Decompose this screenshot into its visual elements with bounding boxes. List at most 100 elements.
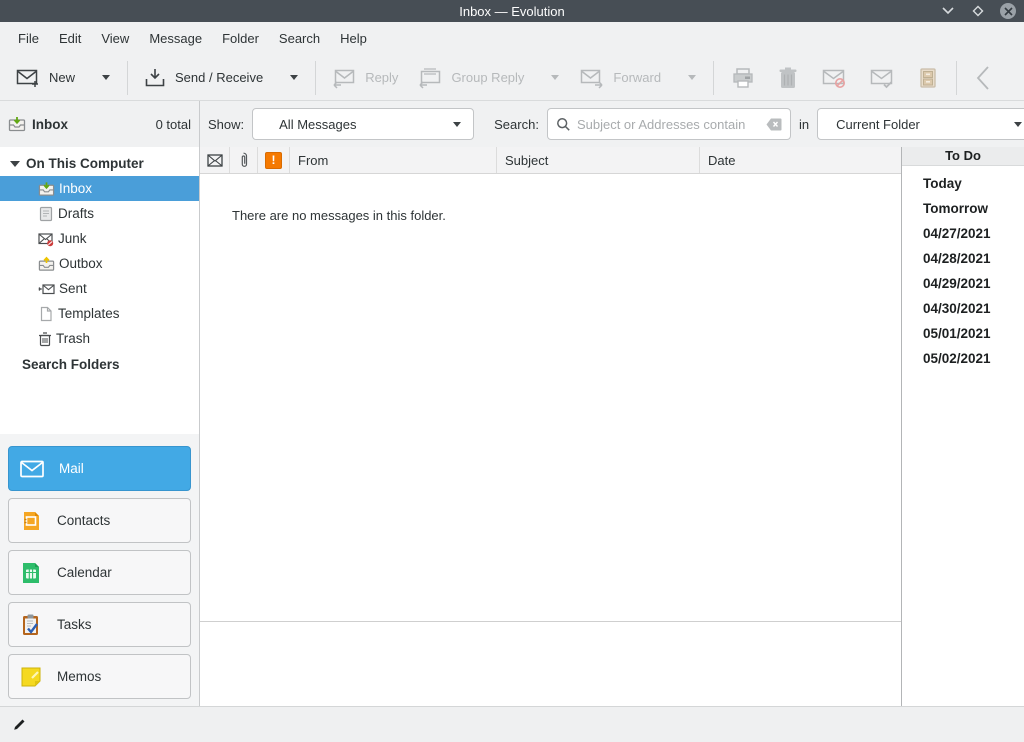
switcher-contacts-button[interactable]: Contacts: [8, 498, 191, 543]
column-subject[interactable]: Subject: [497, 147, 700, 173]
column-important[interactable]: !: [258, 147, 290, 173]
folder-header: Inbox 0 total: [0, 101, 200, 147]
group-reply-icon: [418, 67, 442, 89]
menu-help[interactable]: Help: [330, 27, 377, 50]
menu-folder[interactable]: Folder: [212, 27, 269, 50]
sidebar-item-sent[interactable]: Sent: [0, 276, 199, 301]
trash-icon: [777, 66, 799, 90]
inbox-icon: [8, 116, 26, 132]
forward-icon: [580, 67, 604, 89]
new-mail-icon: [16, 67, 40, 89]
switcher-mail-button[interactable]: Mail: [8, 446, 191, 491]
column-from[interactable]: From: [290, 147, 497, 173]
menubar: File Edit View Message Folder Search Hel…: [0, 22, 1024, 55]
forward-dropdown-button[interactable]: [671, 69, 707, 86]
show-filter-dropdown[interactable]: All Messages: [252, 108, 474, 140]
window-controls: [940, 3, 1024, 19]
todo-item-today[interactable]: Today: [902, 171, 1024, 196]
window-title: Inbox — Evolution: [0, 4, 1024, 19]
pencil-icon: [12, 718, 26, 732]
toolbar: New Send / Receive Reply Group Reply For…: [0, 55, 1024, 101]
new-button[interactable]: New: [6, 61, 85, 95]
todo-item-date[interactable]: 05/02/2021: [902, 346, 1024, 371]
sidebar-item-inbox[interactable]: Inbox: [0, 176, 199, 201]
search-scope-dropdown[interactable]: Current Folder: [817, 108, 1024, 140]
sidebar-item-drafts[interactable]: Drafts: [0, 201, 199, 226]
sidebar-item-trash[interactable]: Trash: [0, 326, 199, 351]
todo-item-date[interactable]: 04/30/2021: [902, 296, 1024, 321]
mail-icon: [19, 459, 45, 479]
todo-item-tomorrow[interactable]: Tomorrow: [902, 196, 1024, 221]
outbox-icon: [38, 256, 55, 272]
todo-item-date[interactable]: 04/29/2021: [902, 271, 1024, 296]
print-icon: [731, 66, 755, 90]
todo-item-date[interactable]: 05/01/2021: [902, 321, 1024, 346]
not-junk-button[interactable]: [858, 60, 906, 96]
search-input[interactable]: [577, 117, 760, 132]
forward-button[interactable]: Forward: [570, 61, 671, 95]
sidebar-item-junk[interactable]: Junk: [0, 226, 199, 251]
memos-icon: [19, 665, 43, 689]
delete-button[interactable]: [766, 60, 810, 96]
junk-button[interactable]: [810, 60, 858, 96]
chevron-down-icon: [290, 75, 298, 80]
templates-icon: [38, 306, 54, 322]
sidebar-item-outbox[interactable]: Outbox: [0, 251, 199, 276]
chevron-down-icon: [453, 122, 461, 127]
todo-item-date[interactable]: 04/28/2021: [902, 246, 1024, 271]
toolbar-separator: [956, 61, 957, 95]
back-button[interactable]: [963, 58, 1003, 98]
group-reply-button[interactable]: Group Reply: [408, 61, 534, 95]
menu-view[interactable]: View: [91, 27, 139, 50]
preview-pane: [200, 622, 901, 706]
todo-title: To Do: [902, 147, 1024, 166]
column-date[interactable]: Date: [700, 147, 901, 173]
paperclip-icon: [239, 152, 248, 168]
print-button[interactable]: [720, 60, 766, 96]
calendar-icon: [19, 561, 43, 585]
send-receive-dropdown-button[interactable]: [273, 69, 309, 86]
archive-icon: [917, 66, 939, 90]
menu-message[interactable]: Message: [139, 27, 212, 50]
sidebar: On This Computer Inbox Drafts Junk: [0, 147, 200, 706]
in-label: in: [799, 117, 809, 132]
important-icon: !: [265, 152, 282, 169]
menu-file[interactable]: File: [8, 27, 49, 50]
junk-folder-icon: [38, 231, 54, 247]
inbox-icon: [38, 181, 55, 197]
switcher-memos-button[interactable]: Memos: [8, 654, 191, 699]
message-list[interactable]: There are no messages in this folder.: [200, 174, 901, 622]
chevron-left-icon: [974, 64, 992, 92]
minimize-icon[interactable]: [940, 3, 956, 19]
clear-search-icon[interactable]: [766, 118, 782, 131]
archive-button[interactable]: [906, 60, 950, 96]
not-junk-mail-icon: [869, 66, 895, 90]
todo-item-date[interactable]: 04/27/2021: [902, 221, 1024, 246]
chevron-down-icon: [1014, 122, 1022, 127]
account-row[interactable]: On This Computer: [0, 151, 199, 176]
close-icon[interactable]: [1000, 3, 1016, 19]
maximize-icon[interactable]: [970, 3, 986, 19]
search-folders-heading[interactable]: Search Folders: [0, 351, 199, 376]
column-attachment[interactable]: [230, 147, 258, 173]
sidebar-item-templates[interactable]: Templates: [0, 301, 199, 326]
send-receive-button[interactable]: Send / Receive: [134, 61, 273, 95]
toolbar-separator: [315, 61, 316, 95]
sent-icon: [38, 281, 55, 297]
switcher-tasks-button[interactable]: Tasks: [8, 602, 191, 647]
menu-edit[interactable]: Edit: [49, 27, 91, 50]
reply-button[interactable]: Reply: [322, 61, 408, 95]
current-folder-title: Inbox: [32, 117, 68, 132]
new-dropdown-button[interactable]: [85, 69, 121, 86]
message-list-header: ! From Subject Date: [200, 147, 901, 174]
drafts-icon: [38, 206, 54, 222]
show-label: Show:: [208, 117, 244, 132]
switcher-calendar-button[interactable]: Calendar: [8, 550, 191, 595]
todo-list: Today Tomorrow 04/27/2021 04/28/2021 04/…: [902, 166, 1024, 371]
expander-icon[interactable]: [10, 161, 20, 167]
main-content: On This Computer Inbox Drafts Junk: [0, 147, 1024, 706]
column-status[interactable]: [200, 147, 230, 173]
chevron-down-icon: [551, 75, 559, 80]
menu-search[interactable]: Search: [269, 27, 330, 50]
group-reply-dropdown-button[interactable]: [534, 69, 570, 86]
